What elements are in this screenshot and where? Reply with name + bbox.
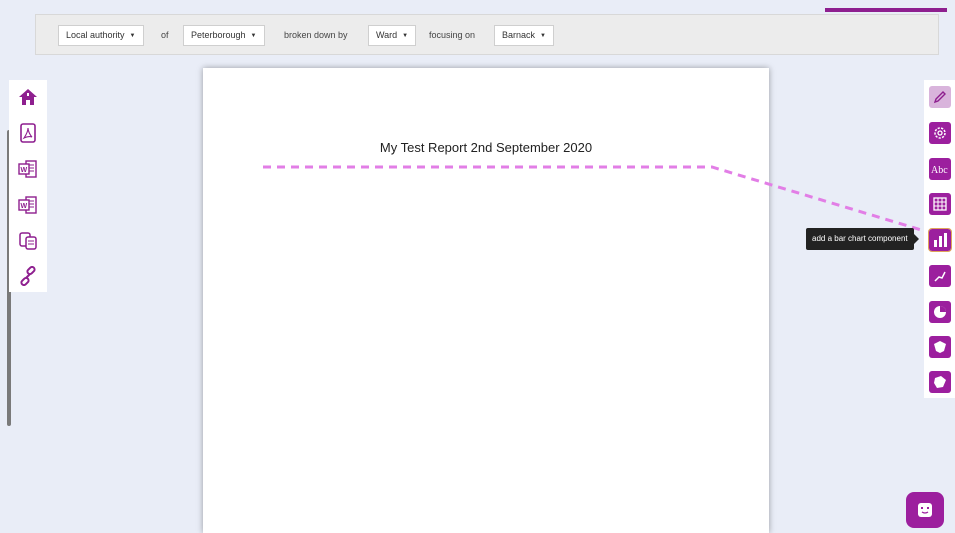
- area-select-value: Peterborough: [191, 30, 246, 40]
- filter-bar: Local authority ▼ of Peterborough ▼ broken…: [35, 14, 939, 55]
- chat-button[interactable]: [906, 492, 944, 528]
- report-page[interactable]: My Test Report 2nd September 2020: [203, 68, 769, 533]
- word-icon[interactable]: W: [18, 194, 38, 216]
- pencil-icon[interactable]: [929, 86, 951, 108]
- bar-chart-icon[interactable]: [928, 228, 952, 252]
- chat-icon: [918, 503, 932, 517]
- level-select-value: Local authority: [66, 30, 125, 40]
- focus-select[interactable]: Barnack ▼: [494, 25, 554, 46]
- copy-icon[interactable]: [18, 230, 38, 252]
- report-title[interactable]: My Test Report 2nd September 2020: [203, 140, 769, 155]
- pie-chart-icon[interactable]: [929, 301, 951, 323]
- svg-text:W: W: [21, 203, 28, 210]
- area-select[interactable]: Peterborough ▼: [183, 25, 265, 46]
- right-toolbar: Abc: [924, 80, 955, 398]
- chevron-down-icon: ▼: [129, 33, 136, 39]
- map-icon[interactable]: [929, 336, 951, 358]
- word-icon[interactable]: W: [18, 158, 38, 180]
- level-select[interactable]: Local authority ▼: [58, 25, 144, 46]
- focus-select-value: Barnack: [502, 30, 536, 40]
- home-icon[interactable]: [18, 86, 38, 108]
- svg-text:Abc: Abc: [931, 165, 948, 176]
- top-accent-bar: [825, 8, 947, 12]
- chevron-down-icon: ▼: [250, 33, 257, 39]
- link-icon[interactable]: [18, 265, 38, 287]
- table-icon[interactable]: [929, 193, 951, 215]
- map-icon[interactable]: [929, 371, 951, 393]
- breakdown-select[interactable]: Ward ▼: [368, 25, 417, 46]
- bar-chart-tooltip: add a bar chart component: [806, 228, 919, 250]
- text-icon[interactable]: Abc: [929, 158, 951, 180]
- of-label: of: [161, 30, 169, 40]
- focusing-on-label: focusing on: [429, 30, 476, 40]
- broken-down-by-label: broken down by: [284, 30, 348, 40]
- line-chart-icon[interactable]: [929, 265, 951, 287]
- chevron-down-icon: ▼: [540, 33, 546, 39]
- gear-icon[interactable]: [929, 122, 951, 144]
- breakdown-select-value: Ward: [376, 30, 398, 40]
- chevron-down-icon: ▼: [402, 33, 409, 39]
- pdf-icon[interactable]: [18, 122, 38, 144]
- left-toolbar: W W: [9, 80, 47, 292]
- svg-text:W: W: [21, 167, 28, 174]
